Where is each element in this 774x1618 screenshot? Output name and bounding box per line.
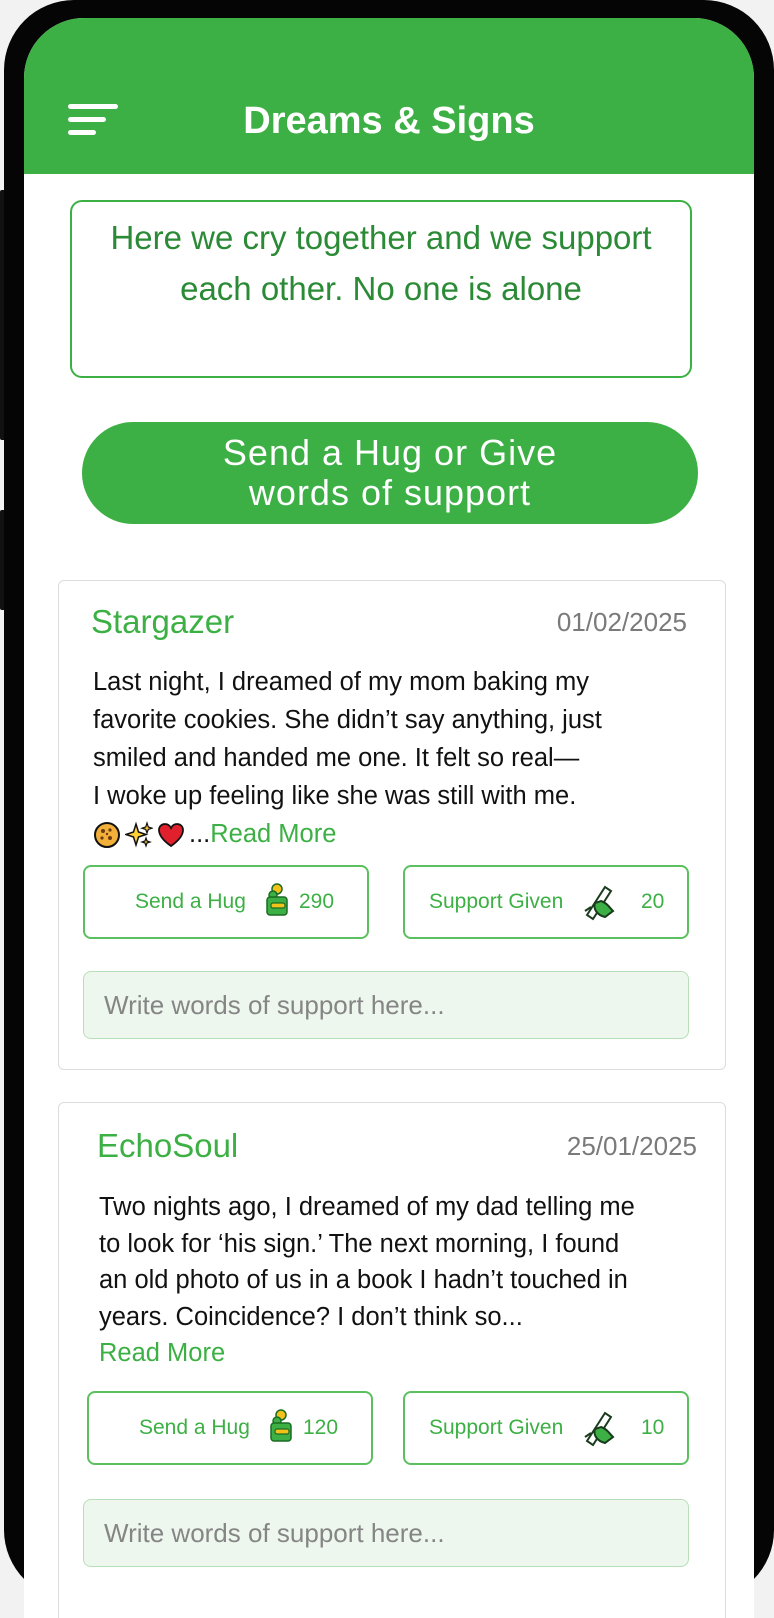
writing-hand-icon — [584, 885, 615, 921]
post-date: 01/02/2025 — [556, 607, 687, 637]
ellipsis: ... — [189, 820, 211, 848]
support-input[interactable] — [83, 971, 689, 1039]
sparkles-icon — [125, 821, 153, 849]
support-input[interactable] — [83, 1499, 689, 1567]
send-hug-button[interactable]: Send a Hug 120 — [87, 1391, 373, 1465]
post-card: EchoSoul 25/01/2025 Two nights ago, I dr… — [58, 1102, 726, 1618]
post-card: Stargazer 01/02/2025 Last night, I dream… — [58, 580, 726, 1070]
support-given-button[interactable]: Support Given 10 — [403, 1391, 689, 1465]
app-title: Dreams & Signs — [243, 100, 535, 142]
read-more-link[interactable]: Read More — [99, 1335, 679, 1372]
post-date: 25/01/2025 — [566, 1131, 697, 1161]
support-given-label: Support Given — [429, 890, 564, 913]
app-header: Dreams & Signs — [24, 18, 754, 174]
post-text-line: to look for ‘his sign.’ The next morning… — [99, 1229, 620, 1258]
send-hug-label: Send a Hug — [135, 890, 246, 913]
support-given-label: Support Given — [429, 1416, 564, 1439]
hug-count: 290 — [299, 890, 335, 913]
app-screen: Dreams & Signs Here we cry together and … — [24, 18, 754, 1618]
read-more-link[interactable]: Read More — [210, 820, 336, 848]
post-emoji-line: ...Read More — [93, 815, 653, 853]
post-text-line: I woke up feeling like she was still wit… — [93, 782, 577, 810]
post-username[interactable]: Stargazer — [91, 603, 234, 641]
post-text: Last night, I dreamed of my mom baking m… — [93, 663, 653, 853]
hug-icon — [266, 883, 288, 916]
cta-line-1: Send a Hug or Give — [222, 432, 558, 473]
phone-frame: Dreams & Signs Here we cry together and … — [4, 0, 774, 1618]
writing-hand-icon — [584, 1411, 615, 1447]
hug-count: 120 — [303, 1416, 339, 1439]
cookie-icon — [94, 822, 120, 849]
send-hug-or-support-button[interactable]: Send a Hug or Give words of support — [82, 422, 698, 524]
support-count: 10 — [641, 1416, 665, 1439]
post-text-line: Two nights ago, I dreamed of my dad tell… — [99, 1193, 635, 1221]
welcome-banner: Here we cry together and we support each… — [70, 200, 692, 378]
post-text-line: years. Coincidence? I don’t think so... — [99, 1302, 523, 1331]
post-text: Two nights ago, I dreamed of my dad tell… — [99, 1189, 679, 1372]
cta-line-2: words of support — [248, 472, 532, 513]
post-text-line: smiled and handed me one. It felt so rea… — [93, 744, 580, 772]
send-hug-button[interactable]: Send a Hug 290 — [83, 865, 369, 939]
post-text-line: an old photo of us in a book I hadn’t to… — [99, 1266, 628, 1294]
send-hug-label: Send a Hug — [139, 1416, 250, 1439]
hug-icon — [270, 1409, 292, 1442]
post-username[interactable]: EchoSoul — [97, 1127, 238, 1165]
support-given-button[interactable]: Support Given 20 — [403, 865, 689, 939]
post-text-line: Last night, I dreamed of my mom baking m… — [93, 668, 590, 696]
heart-icon — [158, 823, 184, 848]
support-count: 20 — [641, 890, 665, 913]
post-text-line: favorite cookies. She didn’t say anythin… — [93, 706, 602, 734]
